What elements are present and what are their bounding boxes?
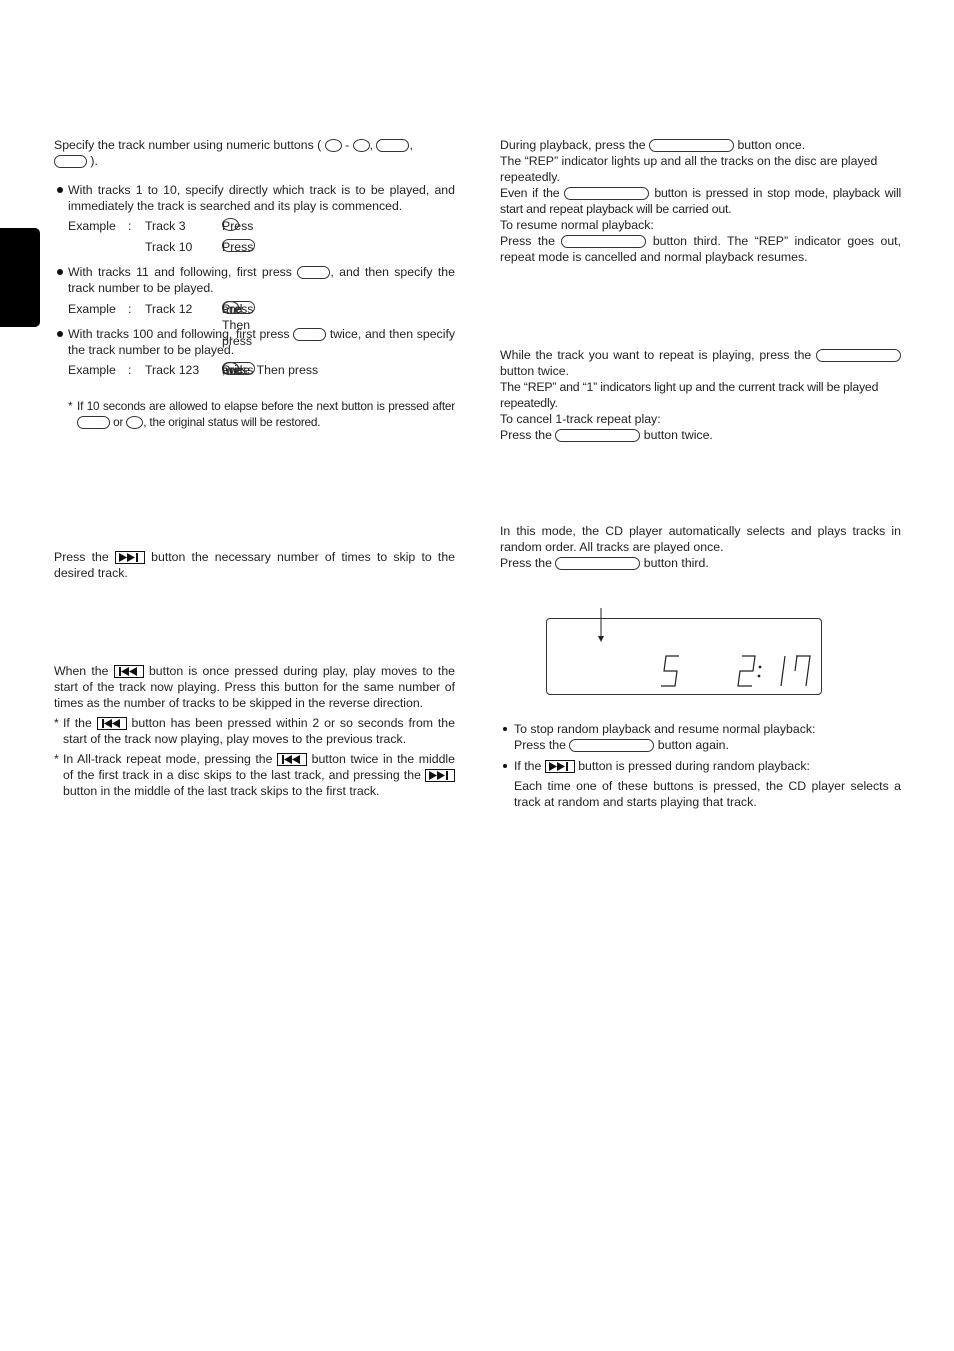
numeric-button-10 [352,139,370,152]
skip-forward-button [544,760,575,773]
lcd-digit-tens [780,655,786,687]
skip-back-button [96,717,127,730]
random-notes: To stop random playback and resume norma… [500,721,901,810]
bullet-icon [57,331,63,337]
plus10-button [77,416,110,429]
random-skip-note: If the button is pressed during random p… [500,758,901,810]
skip-back-icon [101,719,120,728]
random-button [569,739,655,752]
example-row: Example : Track 12 Press . Then press an… [68,301,255,348]
random-stop-note: To stop random playback and resume norma… [500,721,901,753]
repeat-all-section: During playback, press the button once. … [500,138,902,264]
bullet-icon [57,187,63,193]
random-button [555,557,641,570]
all-repeat-skip-note: * In All-track repeat mode, pressing the… [54,752,456,798]
section-tab-marker [0,228,40,327]
repeat-button [564,187,650,200]
skip-back-button [113,665,144,678]
lcd-digit-ones [796,655,811,687]
skip-back-icon [118,667,137,676]
direct-track-selection: Specify the track number using numeric b… [54,137,455,430]
example-row: Example : Track 3 Press . [68,218,254,233]
bullet-tracks-1-10: With tracks 1 to 10, specify directly wh… [54,182,455,255]
numeric-button-1 [324,139,342,152]
plus100-button [293,328,327,341]
skip-back-note: * If the button has been pressed within … [54,716,455,746]
skip-forward-icon [548,762,568,771]
repeat-one-section: While the track you want to repeat is pl… [500,347,901,443]
repeat-button [561,235,647,248]
lcd-digits [661,655,811,687]
example-row: Track 10 Press . [145,239,255,254]
plus100-button [54,155,87,168]
repeat-button [816,349,901,362]
plus10-button [297,266,331,279]
repeat-button [555,429,641,442]
example-row: Example : Track 123 Press twice. Then pr… [68,362,319,377]
random-section: In this mode, the CD player automaticall… [500,524,901,570]
skip-back-icon [282,755,301,764]
numeric-button-10 [222,239,255,252]
timeout-note: * If 10 seconds are allowed to elapse be… [68,399,455,429]
bullet-tracks-11-plus: With tracks 11 and following, first pres… [54,264,455,348]
bullet-icon [57,269,63,275]
skip-back-section: When the button is once pressed during p… [54,664,456,798]
lcd-digit-minutes [737,655,756,687]
bullet-icon [503,764,507,768]
skip-forward-icon [429,771,448,780]
skip-forward-button [114,551,145,564]
skip-back-button [277,753,308,766]
lcd-display: 5 2:17 [546,618,822,695]
direct-intro: Specify the track number using numeric b… [54,138,413,168]
skip-forward-section: Press the button the necessary number of… [54,550,456,580]
bullet-tracks-100-plus: With tracks 100 and following, first pre… [54,326,455,430]
bullet-icon [503,727,507,731]
lcd-digit-track [661,655,679,687]
skip-forward-icon [118,553,138,562]
plus10-button [376,139,410,152]
repeat-button [649,139,735,152]
skip-forward-button [425,769,455,782]
numeric-button [126,416,144,429]
